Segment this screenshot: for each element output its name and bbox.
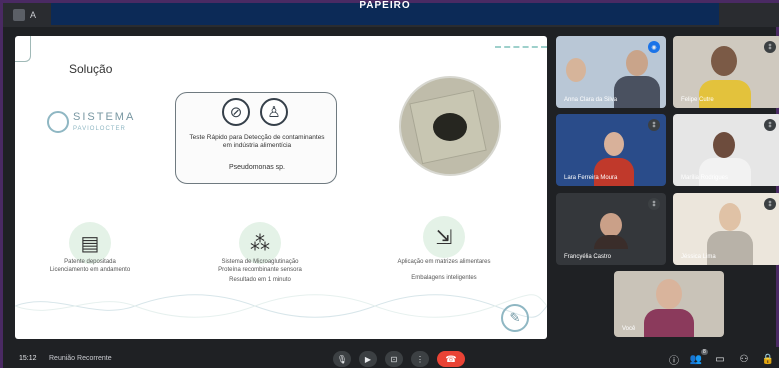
more-options-button[interactable]: ⋮	[411, 351, 429, 367]
self-name: Você	[622, 326, 636, 332]
mic-off-icon: ⁑	[764, 198, 776, 210]
card-description: Teste Rápido para Detecção de contaminan…	[189, 134, 325, 149]
slide-title: Solução	[69, 62, 113, 76]
feature-line: Aplicação em matrizes alimentares	[397, 259, 491, 265]
chat-icon[interactable]: ▭	[713, 352, 727, 366]
microphone-button[interactable]: 🎙	[333, 351, 351, 367]
app-icon	[13, 9, 25, 21]
participant-tile[interactable]: ⁑ Marília Rodrigues	[673, 114, 779, 186]
sample-photo	[399, 76, 501, 176]
no-food-icon: ⊘	[222, 98, 250, 126]
host-controls-icon[interactable]: 🔒	[761, 352, 775, 366]
self-view-tile[interactable]: Você	[614, 271, 724, 337]
slide-dash-decoration	[495, 46, 547, 56]
logo-circle-icon	[47, 111, 69, 133]
participant-body	[594, 158, 634, 186]
speaking-icon: ◉	[648, 41, 660, 53]
feature-text: Aplicação em matrizes alimentares Embala…	[379, 258, 509, 282]
participant-body	[699, 158, 751, 186]
feature-line: Patente depositada	[64, 259, 116, 265]
participant-face	[656, 279, 682, 309]
participant-face	[713, 132, 735, 158]
participant-tile[interactable]: ⁑ Jéssica Lima	[673, 193, 779, 265]
participant-name: Lara Ferreira Moura	[564, 175, 618, 181]
logo-text: SISTEMA	[73, 111, 136, 123]
mic-off-icon: ⁑	[648, 119, 660, 131]
end-call-button[interactable]: ☎	[437, 351, 465, 367]
info-icon[interactable]: ⓘ	[667, 352, 681, 367]
dna-wave-decoration	[15, 294, 547, 318]
mic-off-icon: ⁑	[764, 41, 776, 53]
meeting-window: A PAPEIRO Solução SISTEMA PAVIOLOCTER ⊘ …	[0, 0, 779, 368]
card-icons: ⊘ ♙	[222, 98, 292, 126]
participant-face	[566, 58, 586, 82]
application-icon: ⇲	[423, 216, 465, 258]
feature-line: Resultado em 1 minuto	[229, 277, 291, 283]
participant-name: Marília Rodrigues	[681, 175, 729, 181]
participant-body	[644, 309, 694, 337]
meeting-time: 15:12	[19, 355, 37, 362]
present-button[interactable]: ⊡	[385, 351, 403, 367]
participant-face	[600, 213, 622, 237]
meeting-controls-bar: 15:12 Reunião Recorrente 🎙 ▶ ⊡ ⋮ ☎ ⓘ 👥 8…	[3, 347, 779, 368]
camera-button[interactable]: ▶	[359, 351, 377, 367]
participant-body	[594, 235, 628, 249]
participant-tile[interactable]: ◉ Anna Clara da Silva	[556, 36, 666, 108]
participant-tile[interactable]: ⁑ Lara Ferreira Moura	[556, 114, 666, 186]
feature-text: Patente depositada Licenciamento em anda…	[25, 258, 155, 274]
slide-logo-icon: ✎	[501, 304, 529, 332]
participant-name: Felipe Cutre	[681, 97, 714, 103]
participant-name: Jéssica Lima	[681, 254, 716, 260]
participant-name: Francyélia Castro	[564, 254, 612, 260]
activities-icon[interactable]: ⚇	[737, 352, 751, 366]
feature-line: Sistema de Microaglutinação	[221, 259, 299, 265]
sample-spot	[433, 113, 467, 141]
presented-slide: Solução SISTEMA PAVIOLOCTER ⊘ ♙ Teste Rá…	[15, 36, 547, 339]
feature-line: Licenciamento em andamento	[49, 267, 131, 273]
participant-face	[711, 46, 737, 76]
mic-off-icon: ⁑	[764, 119, 776, 131]
feature-line: Proteína recombinante sensora	[218, 267, 302, 273]
feature-text: Sistema de Microaglutinação Proteína rec…	[195, 258, 325, 284]
meeting-name: Reunião Recorrente	[49, 355, 112, 362]
topbar-label: A	[30, 10, 37, 20]
sistema-logo: SISTEMA PAVIOLOCTER	[43, 106, 139, 140]
presentation-banner: PAPEIRO	[51, 1, 719, 25]
participant-face	[604, 132, 624, 156]
top-bar: A PAPEIRO	[3, 1, 779, 27]
participant-tile[interactable]: ⁑ Felipe Cutre	[673, 36, 779, 108]
test-description-card: ⊘ ♙ Teste Rápido para Detecção de contam…	[175, 92, 337, 184]
mic-off-icon: ⁑	[648, 198, 660, 210]
participant-body	[614, 76, 660, 108]
participant-face	[719, 203, 741, 231]
slide-corner-decoration	[15, 36, 31, 62]
feature-line: Embalagens inteligentes	[411, 275, 477, 281]
people-count-badge: 8	[701, 349, 708, 355]
participant-name: Anna Clara da Silva	[564, 97, 618, 103]
card-organism: Pseudomonas sp.	[228, 164, 286, 171]
participant-tile[interactable]: ⁑ Francyélia Castro	[556, 193, 666, 265]
participant-body	[699, 80, 751, 108]
participant-face	[626, 50, 648, 76]
person-icon: ♙	[260, 98, 288, 126]
logo-subtext: PAVIOLOCTER	[73, 126, 126, 132]
